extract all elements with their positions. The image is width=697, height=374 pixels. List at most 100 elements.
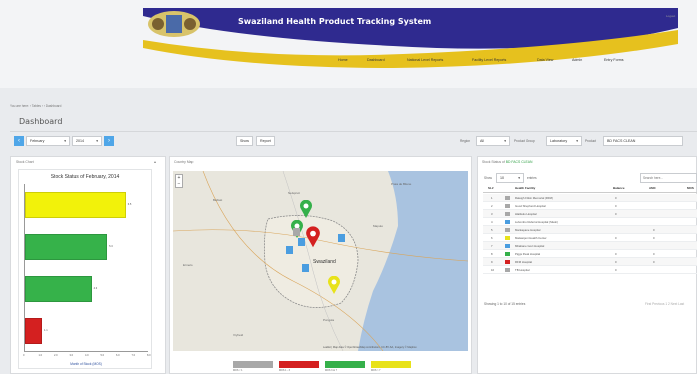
report-button[interactable]: Report <box>256 136 275 146</box>
row-balance: 0 <box>615 196 617 200</box>
table-row[interactable]: 10 TB Hospital 0 <box>483 266 697 274</box>
collapse-icon[interactable]: ▴ <box>154 159 156 164</box>
table-row[interactable]: 1 Raleigh Fitkin Memorial (RFM) 0 <box>483 194 697 202</box>
legend-swatch-red <box>279 361 319 368</box>
year-select[interactable]: 2014 ▾ <box>72 136 102 146</box>
stock-chart-panel-title: Stock Chart <box>16 160 34 164</box>
col-balance[interactable]: Balance <box>613 186 625 190</box>
chart-bar-value-label: 6.5 <box>127 202 132 206</box>
chart-x-tick-label: 2.0 <box>54 354 58 357</box>
legend-label: MOS 3 to 7 <box>325 369 338 372</box>
region-select[interactable]: All ▾ <box>476 136 510 146</box>
chart-x-tick-label: 5.0 <box>100 354 105 357</box>
pin-blue-icon[interactable] <box>338 234 345 242</box>
zoom-controls[interactable]: + − <box>175 174 183 188</box>
zoom-out-icon[interactable]: − <box>176 181 182 187</box>
table-row[interactable]: 6 Matsanjeni Health Center 0 0 <box>483 234 697 242</box>
row-number: 9 <box>491 260 493 264</box>
month-select[interactable]: February ▾ <box>26 136 70 146</box>
col-amc[interactable]: AMC <box>649 186 656 190</box>
table-row[interactable]: 9 RFM Hospital 0 0 <box>483 258 697 266</box>
nav-national-reports[interactable]: National Level Reports <box>407 58 443 62</box>
chart-x-tick-label: 6.0 <box>116 354 120 357</box>
pagination[interactable]: First Previous 1 2 Next Last <box>645 302 684 306</box>
show-entries-label: Show <box>484 176 492 180</box>
legend-swatch-yellow <box>371 361 411 368</box>
status-swatch <box>505 268 510 272</box>
table-row[interactable]: 2 Good Shepherd Hospital 0 <box>483 202 697 210</box>
pin-blue-icon[interactable] <box>286 246 293 254</box>
row-facility: Mbabane Govt Hospital <box>515 244 545 248</box>
region-label: Region <box>460 139 471 143</box>
chart-x-tick-label: 7.0 <box>131 354 136 357</box>
row-balance: 0 <box>615 252 617 256</box>
chart-x-tick-label: 4.0 <box>85 354 89 357</box>
row-facility: TB Hospital <box>515 268 530 272</box>
table-row[interactable]: 8 Piggs Peak Hospital 0 0 <box>483 250 697 258</box>
row-amc: 0 <box>653 260 655 264</box>
table-row[interactable]: 7 Mbabane Govt Hospital <box>483 242 697 250</box>
pin-red-icon[interactable] <box>305 226 321 248</box>
svg-text:Ermelo: Ermelo <box>183 263 193 267</box>
nav-dashboard[interactable]: Dashboard <box>367 58 385 62</box>
col-facility[interactable]: Health Facility <box>515 186 535 190</box>
swaziland-crest-icon <box>148 11 200 37</box>
row-balance: 0 <box>615 204 617 208</box>
entries-select[interactable]: 10 ▾ <box>496 173 524 183</box>
svg-text:Nelspruit: Nelspruit <box>288 191 300 195</box>
nav-facility-reports[interactable]: Facility Level Reports <box>472 58 506 62</box>
row-facility: Hlatikulu Hospital <box>515 212 537 216</box>
table-row[interactable]: 5 Mankayane Hospital 0 <box>483 226 697 234</box>
pin-green-icon[interactable] <box>299 200 313 218</box>
show-button[interactable]: Show <box>236 136 253 146</box>
legend-label: MOS 1 - 3 <box>279 369 290 372</box>
chart-x-tick-label: 1.0 <box>38 354 43 357</box>
status-swatch <box>505 244 510 248</box>
pin-grey-icon[interactable] <box>293 228 300 236</box>
next-month-button[interactable]: › <box>104 136 114 146</box>
nav-entry-forms[interactable]: Entry Forms <box>604 58 624 62</box>
pin-blue-icon[interactable] <box>298 238 305 246</box>
row-facility: Matsanjeni Health Center <box>515 236 547 240</box>
col-sl[interactable]: SL# <box>488 186 494 190</box>
row-number: 4 <box>491 220 493 224</box>
chart-x-tick-label: 8.0 <box>147 354 151 357</box>
prev-month-button[interactable]: ‹ <box>14 136 24 146</box>
page-title: Dashboard <box>19 117 63 126</box>
svg-text:Pongola: Pongola <box>323 318 334 322</box>
chart-plot-area: 6.5 5.3 4.3 1.1 0 1.0 2.0 3.0 4.0 5.0 6.0 7.0 8.0 <box>23 184 151 357</box>
site-title: Swaziland Health Product Tracking System <box>238 17 432 26</box>
status-swatch <box>505 260 510 264</box>
nav-home[interactable]: Home <box>338 58 348 62</box>
chart-x-tick-label: 0 <box>23 354 25 357</box>
row-facility: Lubombo Referral Hospital (Siteki) <box>515 220 558 224</box>
table-search-input[interactable] <box>640 173 697 183</box>
table-row[interactable]: 3 Hlatikulu Hospital 0 <box>483 210 697 218</box>
row-facility: Mankayane Hospital <box>515 228 541 232</box>
entries-label: entries <box>527 176 537 180</box>
status-swatch <box>505 204 510 208</box>
chart-bar <box>25 275 92 303</box>
status-swatch <box>505 252 510 256</box>
status-swatch <box>505 228 510 232</box>
pin-yellow-icon[interactable] <box>327 276 341 294</box>
map-attribution: Leaflet | Map data © OpenStreetMap contr… <box>323 345 417 349</box>
chart-bar-value-label: 4.3 <box>93 286 98 290</box>
row-balance: 0 <box>615 260 617 264</box>
chart-bar-value-label: 1.1 <box>44 328 48 332</box>
legend-label: MOS > 7 <box>371 369 381 372</box>
nav-admin[interactable]: Admin <box>572 58 582 62</box>
country-map[interactable]: Swaziland Nelspruit Praia de Bilene Mapu… <box>173 171 468 351</box>
pin-blue-icon[interactable] <box>302 264 309 272</box>
product-label: Product <box>585 139 596 143</box>
product-select[interactable]: BD FACS CLEAN <box>603 136 683 146</box>
col-mos[interactable]: MOS <box>687 186 694 190</box>
row-balance: 0 <box>615 268 617 272</box>
product-group-select[interactable]: Laboratory ▾ <box>546 136 582 146</box>
map-country-label: Swaziland <box>313 259 336 265</box>
chart-x-tick-label: 3.0 <box>69 354 74 357</box>
table-row[interactable]: 4 Lubombo Referral Hospital (Siteki) <box>483 218 697 226</box>
nav-data-view[interactable]: Data View <box>537 58 553 62</box>
table-body: 1 Raleigh Fitkin Memorial (RFM) 0 2 Good She… <box>483 194 697 274</box>
logout-link[interactable]: Logout <box>666 14 675 18</box>
